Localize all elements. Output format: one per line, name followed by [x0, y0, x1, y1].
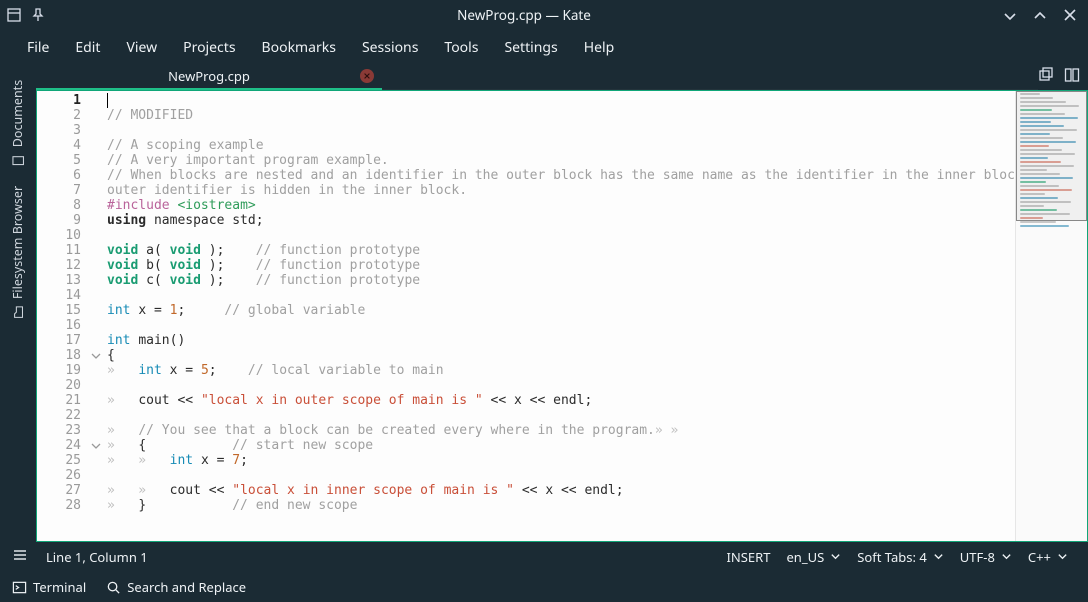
chevron-down-icon [1001, 548, 1012, 566]
status-bar: Line 1, Column 1 INSERT en_US Soft Tabs:… [0, 542, 1088, 572]
side-tab-filesystem-label: Filesystem Browser [10, 185, 27, 298]
pin-icon[interactable] [30, 7, 46, 23]
status-dictionary[interactable]: en_US [778, 548, 849, 566]
tab-label: NewProg.cpp [168, 67, 250, 85]
menu-file[interactable]: File [14, 30, 62, 65]
tab-bar: NewProg.cpp [36, 64, 1088, 90]
hamburger-icon[interactable] [12, 547, 28, 567]
menu-bar: File Edit View Projects Bookmarks Sessio… [0, 30, 1088, 64]
menu-edit[interactable]: Edit [62, 30, 113, 65]
window-title: NewProg.cpp — Kate [46, 6, 1002, 24]
side-tab-documents-label: Documents [10, 79, 27, 146]
code-content[interactable]: // MODIFIED// A scoping example// A very… [107, 91, 1015, 541]
status-indent[interactable]: Soft Tabs: 4 [849, 548, 952, 566]
terminal-icon [12, 580, 27, 595]
chevron-down-icon [1057, 548, 1068, 566]
split-vertical-icon[interactable] [1064, 67, 1080, 87]
minimap-viewport[interactable] [1016, 91, 1087, 221]
side-tab-filesystem[interactable]: Filesystem Browser [10, 185, 27, 318]
left-tool-strip: Documents Filesystem Browser [0, 64, 36, 542]
maximize-icon[interactable] [1032, 7, 1048, 23]
tab-newprog[interactable]: NewProg.cpp [36, 64, 382, 90]
title-bar: NewProg.cpp — Kate [0, 0, 1088, 30]
search-icon [106, 580, 121, 595]
close-icon[interactable] [1062, 7, 1078, 23]
document-icon [11, 153, 25, 167]
line-number-gutter[interactable]: 1234567891011121314151617181920212223242… [37, 91, 107, 541]
menu-view[interactable]: View [113, 30, 170, 65]
tool-terminal-label: Terminal [33, 578, 86, 596]
status-cursor-position[interactable]: Line 1, Column 1 [46, 548, 148, 566]
code-editor[interactable]: 1234567891011121314151617181920212223242… [37, 91, 1087, 541]
tool-search-replace-label: Search and Replace [127, 578, 246, 596]
menu-bookmarks[interactable]: Bookmarks [249, 30, 349, 65]
tool-terminal[interactable]: Terminal [12, 578, 86, 596]
chevron-down-icon [830, 548, 841, 566]
side-tab-documents[interactable]: Documents [10, 79, 27, 166]
menu-tools[interactable]: Tools [431, 30, 491, 65]
tool-search-replace[interactable]: Search and Replace [106, 578, 246, 596]
chevron-down-icon [933, 548, 944, 566]
menu-sessions[interactable]: Sessions [349, 30, 431, 65]
status-language[interactable]: C++ [1020, 548, 1076, 566]
app-menu-icon[interactable] [6, 7, 22, 23]
split-copy-icon[interactable] [1038, 67, 1054, 87]
folder-icon [11, 305, 25, 319]
menu-projects[interactable]: Projects [170, 30, 248, 65]
bottom-tool-strip: Terminal Search and Replace [0, 572, 1088, 602]
menu-help[interactable]: Help [571, 30, 628, 65]
tab-close-icon[interactable] [360, 69, 374, 83]
menu-settings[interactable]: Settings [491, 30, 570, 65]
status-edit-mode[interactable]: INSERT [718, 548, 778, 566]
minimize-icon[interactable] [1002, 7, 1018, 23]
minimap[interactable] [1015, 91, 1087, 541]
status-encoding[interactable]: UTF-8 [952, 548, 1020, 566]
